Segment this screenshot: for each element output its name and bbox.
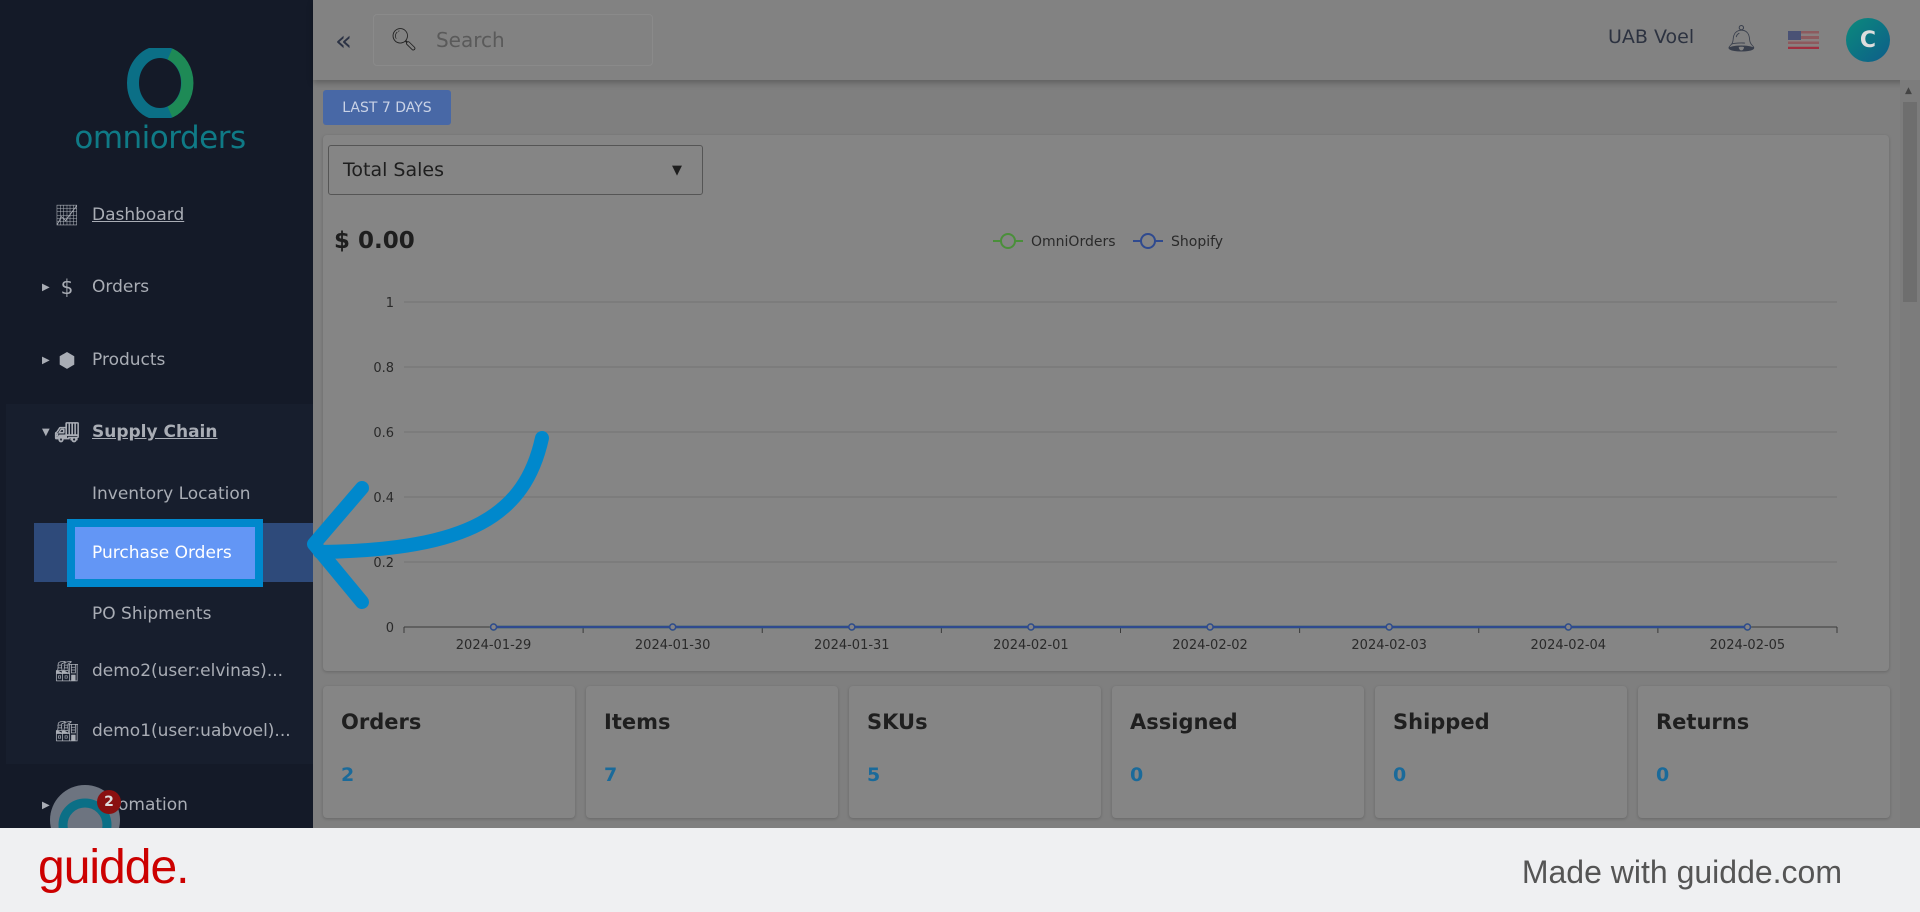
stat-value: 0 [1130, 764, 1144, 786]
caret-right-icon: ▶ [42, 281, 50, 293]
x-tick-label: 2024-02-04 [1531, 638, 1607, 653]
caret-right-icon: ▶ [42, 354, 50, 366]
search-box[interactable]: 🔍︎ [373, 14, 653, 66]
y-tick-label: 1 [386, 296, 394, 311]
total-value: $ 0.00 [334, 228, 415, 254]
x-tick-label: 2024-01-30 [635, 638, 711, 653]
stat-label: Returns [1656, 710, 1750, 734]
metric-select[interactable]: Total Sales ▼ [328, 145, 703, 195]
x-tick-label: 2024-01-31 [814, 638, 890, 653]
stat-value: 0 [1656, 764, 1670, 786]
scroll-up-icon[interactable]: ▲ [1905, 86, 1912, 96]
data-point [848, 623, 856, 631]
notification-badge: 2 [97, 790, 121, 814]
stat-label: SKUs [867, 710, 928, 734]
truck-icon: 🚚︎ [54, 420, 80, 444]
x-tick-label: 2024-02-05 [1710, 638, 1786, 653]
stat-label: Items [604, 710, 671, 734]
caret-down-icon: ▼ [42, 426, 50, 438]
chart-line-icon: 📈︎ [54, 203, 80, 227]
stat-label: Shipped [1393, 710, 1490, 734]
x-tick-label: 2024-01-29 [456, 638, 532, 653]
x-tick-label: 2024-02-01 [993, 638, 1069, 653]
omniorders-logo[interactable]: omniorders [70, 48, 250, 156]
sidebar-item-demo2[interactable]: 🏭︎ demo2(user:elvinas)... [0, 659, 313, 683]
stat-card-skus[interactable]: SKUs 5 [849, 686, 1101, 818]
stat-value: 5 [867, 764, 881, 786]
data-point [1385, 623, 1393, 631]
sidebar-item-po-shipments[interactable]: PO Shipments [0, 602, 313, 626]
y-tick-label: 0.8 [373, 361, 394, 376]
footer: guidde. Made with guidde.com [0, 828, 1920, 912]
data-point [489, 623, 498, 631]
search-input[interactable] [435, 28, 636, 52]
legend-marker [1000, 233, 1016, 249]
sidebar-item-products[interactable]: ▶ ⬢ Products [0, 348, 313, 372]
sidebar-item-purchase-orders[interactable]: Purchase Orders [67, 519, 263, 587]
stat-card-shipped[interactable]: Shipped 0 [1375, 686, 1627, 818]
dropdown-arrow-icon: ▼ [672, 162, 682, 178]
data-point [668, 623, 677, 631]
stat-label: Orders [341, 710, 422, 734]
stat-card-items[interactable]: Items 7 [586, 686, 838, 818]
data-point [1027, 623, 1035, 631]
avatar[interactable]: C [1846, 18, 1890, 62]
search-icon: 🔍︎ [390, 27, 418, 53]
stat-label: Assigned [1130, 710, 1238, 734]
sidebar-item-supply-chain[interactable]: ▼ 🚚︎ Supply Chain [0, 420, 313, 444]
caret-right-icon: ▶ [42, 799, 50, 811]
data-point [1564, 623, 1573, 631]
y-tick-label: 0 [386, 621, 394, 636]
legend-marker [1140, 233, 1156, 249]
stat-value: 2 [341, 764, 355, 786]
bell-icon[interactable]: 🔔︎ [1725, 24, 1758, 54]
stat-value: 7 [604, 764, 618, 786]
collapse-sidebar-icon[interactable]: « [335, 24, 352, 57]
sidebar: omniorders 📈︎ Dashboard ▶ $ Orders ▶ ⬢ Produc… [0, 0, 313, 855]
us-flag-icon[interactable] [1788, 31, 1819, 49]
box-icon: ⬢ [58, 348, 76, 372]
legend-label: OmniOrders [1031, 234, 1116, 250]
guidde-logo[interactable]: guidde. [38, 840, 189, 895]
made-with-text[interactable]: Made with guidde.com [1522, 854, 1842, 891]
sidebar-item-automation[interactable]: ▶ omation [0, 793, 313, 817]
legend-label: Shopify [1171, 234, 1223, 250]
sidebar-item-orders[interactable]: ▶ $ Orders [0, 275, 313, 299]
last-7-days-button[interactable]: LAST 7 DAYS [323, 90, 451, 125]
stat-card-orders[interactable]: Orders 2 [323, 686, 575, 818]
logo-ring-icon [127, 48, 194, 118]
stat-value: 0 [1393, 764, 1407, 786]
scrollbar-thumb[interactable] [1903, 102, 1917, 302]
warehouse-icon: 🏭︎ [54, 719, 80, 743]
stat-card-assigned[interactable]: Assigned 0 [1112, 686, 1364, 818]
scrollbar[interactable]: ▲ [1900, 80, 1920, 828]
x-tick-label: 2024-02-02 [1172, 638, 1248, 653]
sidebar-item-inventory-location[interactable]: Inventory Location [0, 482, 313, 506]
dollar-icon: $ [60, 275, 74, 299]
warehouse-icon: 🏭︎ [54, 659, 80, 683]
organization-name[interactable]: UAB Voel [1608, 26, 1694, 48]
guide-arrow [307, 431, 549, 609]
x-tick-label: 2024-02-03 [1351, 638, 1427, 653]
data-point [1206, 623, 1214, 631]
data-point [1743, 623, 1752, 631]
sidebar-item-demo1[interactable]: 🏭︎ demo1(user:uabvoel)... [0, 719, 313, 743]
sidebar-item-dashboard[interactable]: 📈︎ Dashboard [0, 203, 313, 227]
stat-card-returns[interactable]: Returns 0 [1638, 686, 1890, 818]
top-bar: « 🔍︎ UAB Voel 🔔︎ C [313, 0, 1920, 80]
